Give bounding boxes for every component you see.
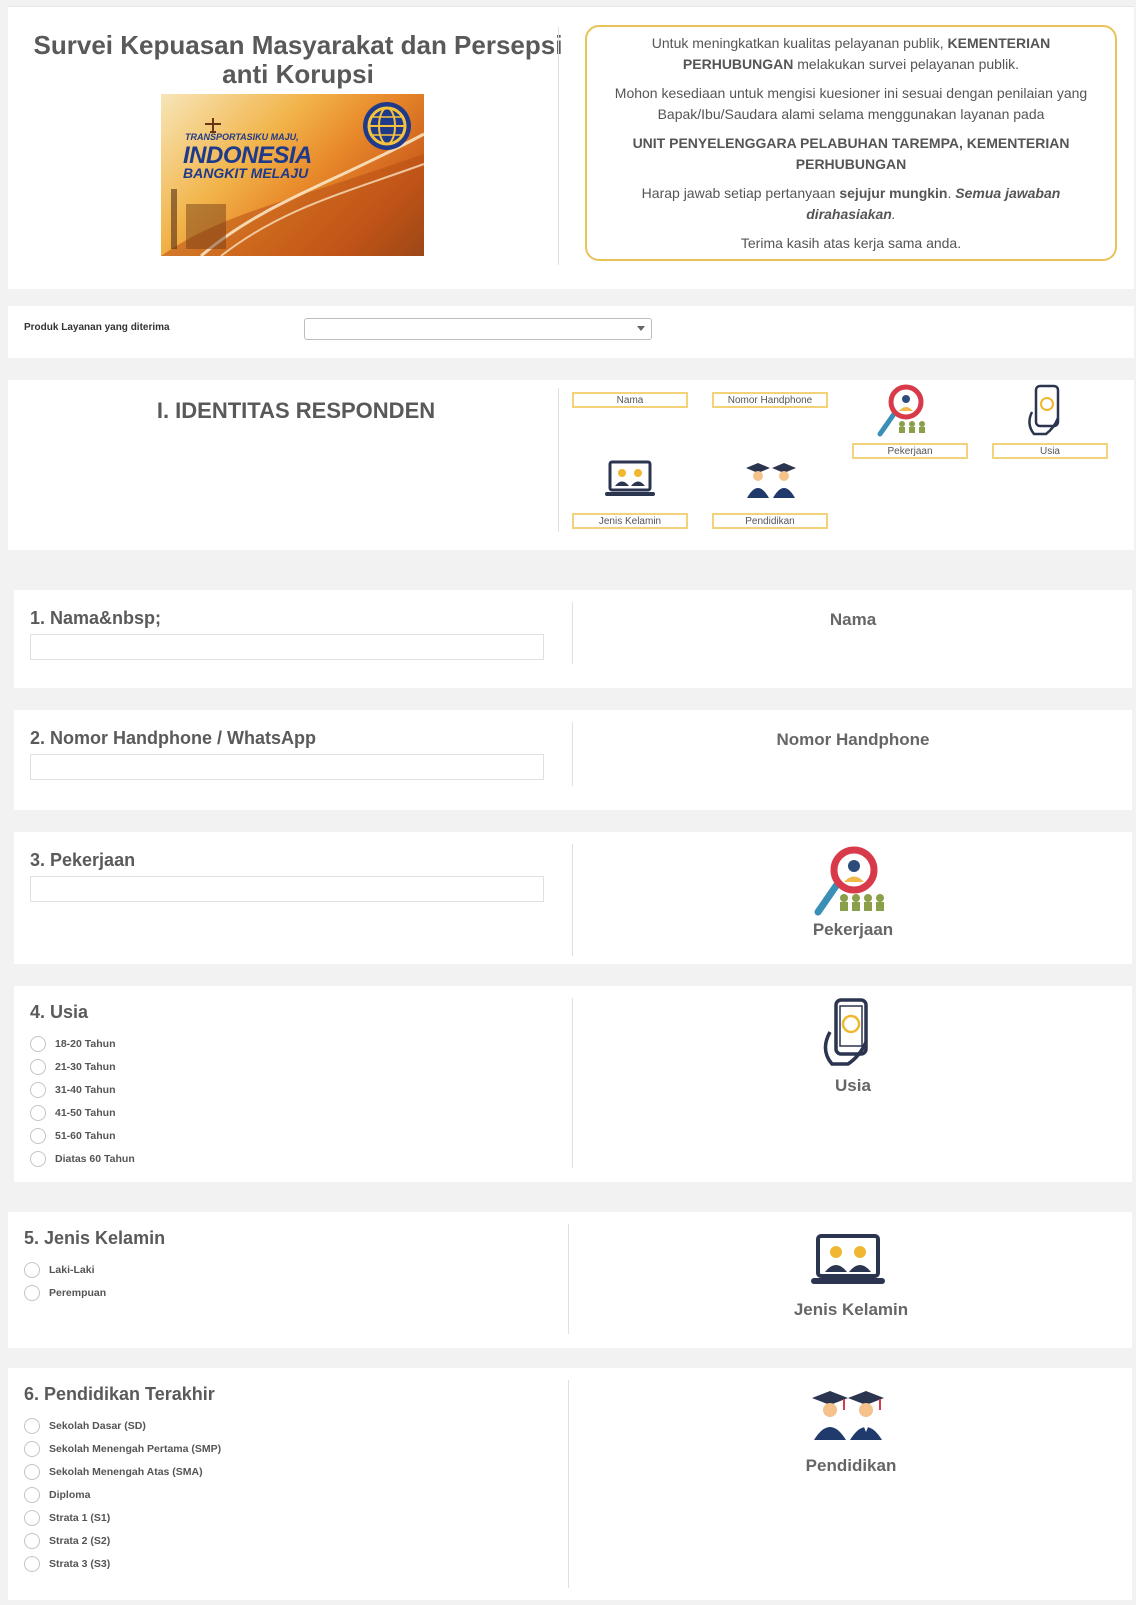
tag-hp: Nomor Handphone [712, 392, 828, 408]
intro-paragraph-1: Untuk meningkatkan kualitas pelayanan pu… [651, 35, 1051, 72]
question-card-pendidikan: 6. Pendidikan Terakhir Sekolah Dasar (SD… [8, 1368, 1132, 1600]
laptop-couple-icon [811, 1234, 885, 1284]
section-title: I. IDENTITAS RESPONDEN [156, 398, 436, 423]
card-divider [572, 998, 573, 1168]
pekerjaan-input[interactable] [30, 876, 544, 902]
banner-slogan-1: TRANSPORTASIKU MAJU, [185, 132, 299, 142]
question-card-jenis-kelamin: 5. Jenis Kelamin Laki-Laki Perempuan Jen… [8, 1212, 1132, 1348]
page-title: Survei Kepuasan Masyarakat dan Persepsi … [33, 30, 563, 89]
search-people-icon [877, 384, 925, 437]
graduates-icon [746, 463, 796, 498]
radio-button[interactable] [24, 1487, 40, 1503]
question-title: 1. Nama&nbsp; [30, 608, 162, 628]
search-people-icon [814, 846, 884, 916]
question-card-hp: 2. Nomor Handphone / WhatsApp Nomor Hand… [14, 710, 1132, 810]
produk-select[interactable] [304, 318, 652, 340]
tag-pendidikan: Pendidikan [712, 513, 828, 529]
side-label: Nomor Handphone [776, 730, 930, 749]
identitas-divider [558, 388, 559, 532]
phone-18-icon [1028, 384, 1060, 436]
plane-icon [205, 118, 221, 133]
phone-18-icon [823, 998, 868, 1066]
radio-button[interactable] [30, 1036, 46, 1052]
banner-image: TRANSPORTASIKU MAJU, INDONESIA BANGKIT M… [161, 94, 424, 256]
question-card-nama: 1. Nama&nbsp; Nama [14, 590, 1132, 688]
globe-logo-icon [363, 102, 411, 150]
header-divider [558, 27, 559, 265]
side-label: Pekerjaan [812, 920, 894, 939]
radio-button[interactable] [24, 1285, 40, 1301]
card-divider [572, 602, 573, 664]
graduates-icon [812, 1391, 884, 1440]
produk-row: Produk Layanan yang diterima [8, 306, 1134, 358]
survey-header: Survei Kepuasan Masyarakat dan Persepsi … [8, 6, 1134, 289]
radio-button[interactable] [24, 1441, 40, 1457]
tag-pekerjaan: Pekerjaan [852, 443, 968, 459]
side-label: Usia [835, 1076, 871, 1095]
chevron-down-icon [637, 326, 645, 331]
question-card-pekerjaan: 3. Pekerjaan Pekerjaan [14, 832, 1132, 964]
banner-slogan-3: BANGKIT MELAJU [183, 165, 309, 181]
side-label: Jenis Kelamin [793, 1300, 909, 1319]
radio-button[interactable] [24, 1418, 40, 1434]
question-title: 6. Pendidikan Terakhir [24, 1384, 215, 1404]
tag-usia: Usia [992, 443, 1108, 459]
intro-paragraph-5: Terima kasih atas kerja sama anda. [740, 235, 962, 251]
radio-button[interactable] [30, 1059, 46, 1075]
side-label: Nama [829, 610, 877, 629]
radio-button[interactable] [30, 1105, 46, 1121]
question-title: 5. Jenis Kelamin [24, 1228, 166, 1248]
radio-button[interactable] [24, 1556, 40, 1572]
radio-button[interactable] [30, 1128, 46, 1144]
card-divider [568, 1224, 569, 1334]
card-divider [568, 1380, 569, 1588]
question-title: 4. Usia [30, 1002, 89, 1022]
radio-button[interactable] [30, 1082, 46, 1098]
question-title: 2. Nomor Handphone / WhatsApp [30, 728, 316, 748]
produk-label: Produk Layanan yang diterima [24, 322, 170, 333]
radio-button[interactable] [30, 1151, 46, 1167]
question-title: 3. Pekerjaan [30, 850, 136, 870]
intro-paragraph-3: UNIT PENYELENGGARA PELABUHAN TAREMPA, KE… [632, 135, 1070, 172]
radio-button[interactable] [24, 1464, 40, 1480]
laptop-couple-icon [605, 460, 655, 496]
tag-nama: Nama [572, 392, 688, 408]
card-divider [572, 844, 573, 956]
radio-button[interactable] [24, 1533, 40, 1549]
intro-paragraph-4: Harap jawab setiap pertanyaan sejujur mu… [641, 185, 1061, 222]
phone-input[interactable] [30, 754, 544, 780]
intro-infobox: Untuk meningkatkan kualitas pelayanan pu… [585, 25, 1117, 261]
tag-jenis-kelamin: Jenis Kelamin [572, 513, 688, 529]
side-label: Pendidikan [805, 1456, 897, 1475]
identitas-section: I. IDENTITAS RESPONDEN Nama Nomor Handph… [8, 380, 1134, 550]
radio-button[interactable] [24, 1262, 40, 1278]
card-divider [572, 722, 573, 786]
intro-paragraph-2: Mohon kesediaan untuk mengisi kuesioner … [614, 85, 1088, 122]
radio-button[interactable] [24, 1510, 40, 1526]
nama-input[interactable] [30, 634, 544, 660]
question-card-usia: 4. Usia 18-20 Tahun 21-30 Tahun 31-40 Ta… [14, 986, 1132, 1182]
